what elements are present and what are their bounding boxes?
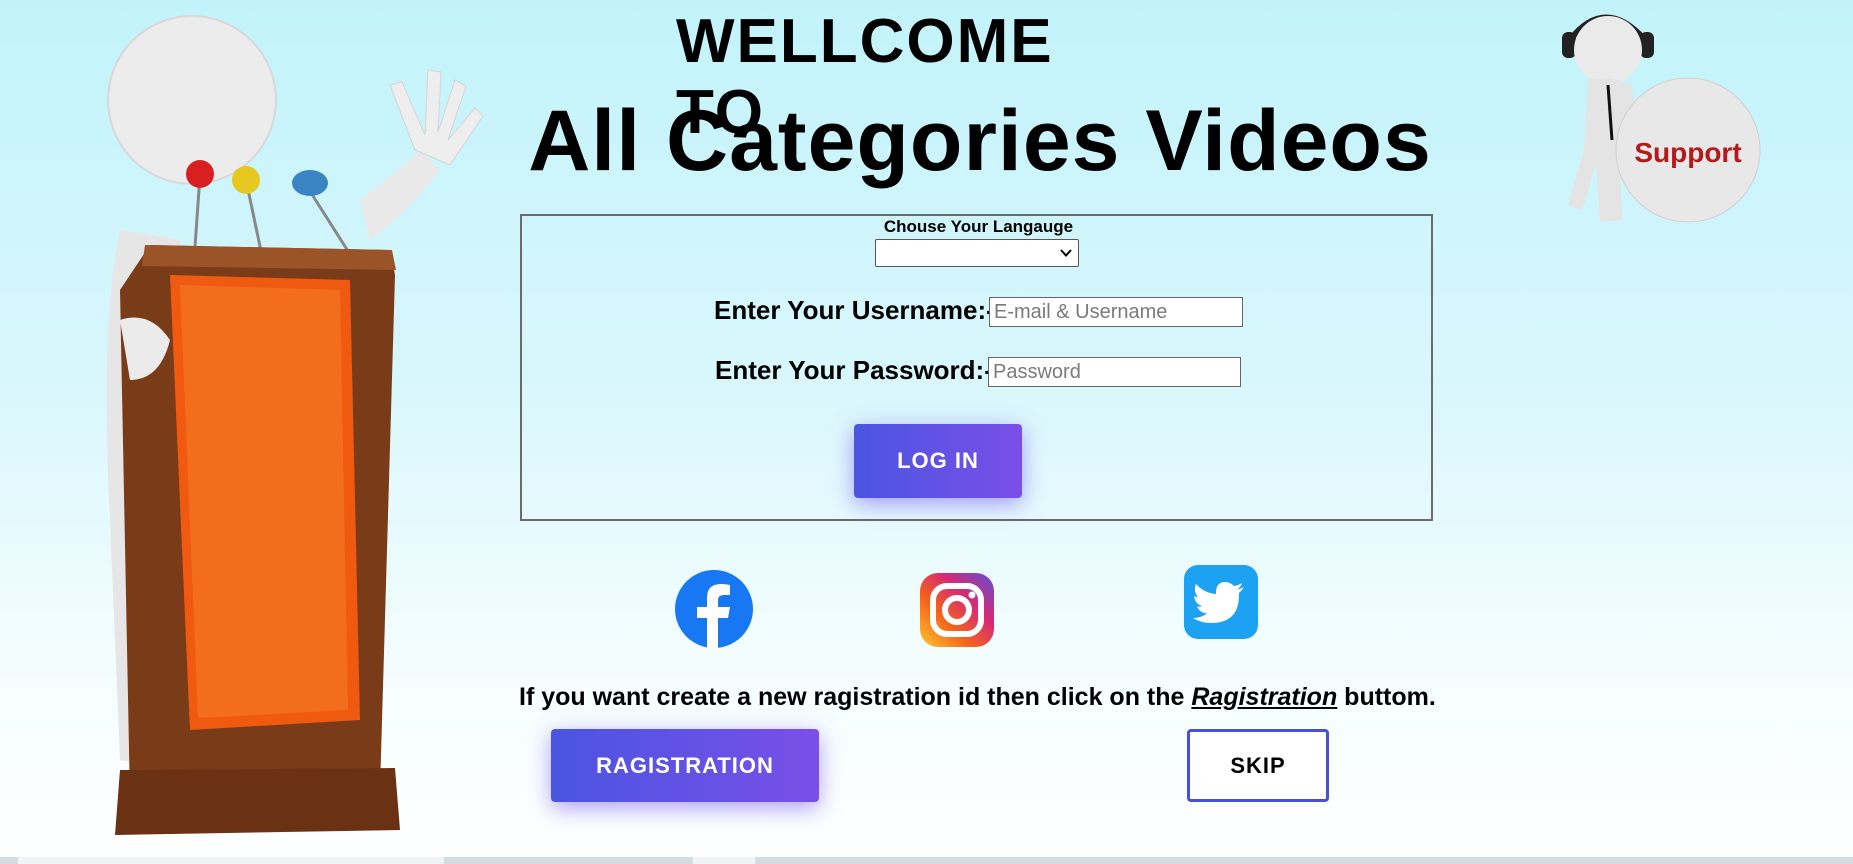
- scrollbar-segment: [693, 857, 755, 864]
- horizontal-scrollbar[interactable]: [0, 857, 1853, 864]
- instagram-icon[interactable]: [918, 571, 996, 649]
- password-label: Enter Your Password:-: [715, 355, 993, 385]
- password-input[interactable]: [988, 357, 1241, 387]
- support-illustration: Support: [1562, 14, 1761, 223]
- registration-instructions: If you want create a new ragistration id…: [519, 683, 1436, 712]
- speaker-podium-illustration: [106, 15, 484, 835]
- registration-text-after: buttom.: [1337, 683, 1436, 711]
- facebook-icon[interactable]: [675, 570, 753, 648]
- registration-text-before: If you want create a new ragistration id…: [519, 683, 1192, 711]
- skip-button[interactable]: SKIP: [1187, 729, 1329, 802]
- username-input[interactable]: [989, 297, 1243, 327]
- registration-button[interactable]: RAGISTRATION: [551, 729, 819, 802]
- twitter-icon[interactable]: [1184, 565, 1258, 639]
- language-select[interactable]: [875, 239, 1079, 267]
- scrollbar-thumb[interactable]: [18, 857, 444, 864]
- registration-link-text: Ragistration: [1191, 683, 1338, 711]
- language-label: Chouse Your Langauge: [883, 217, 1074, 236]
- page-title: All Categories Videos: [528, 93, 1432, 189]
- login-button[interactable]: LOG IN: [854, 424, 1022, 498]
- support-label: Support: [1634, 137, 1741, 168]
- chevron-down-icon: [1060, 249, 1072, 257]
- username-label: Enter Your Username:-: [714, 295, 995, 325]
